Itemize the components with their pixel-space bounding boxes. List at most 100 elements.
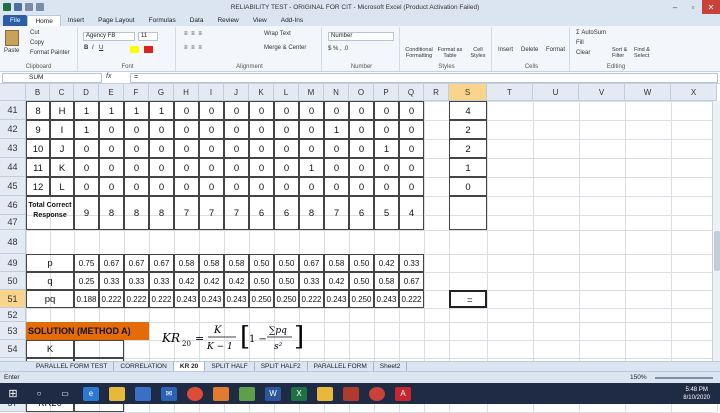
student-name[interactable]: H (50, 101, 74, 120)
paste-icon[interactable] (5, 30, 19, 46)
item-score[interactable]: 1 (374, 139, 399, 158)
item-score[interactable]: 0 (124, 158, 149, 177)
column-header-f[interactable]: F (124, 84, 149, 101)
item-score[interactable]: 0 (399, 139, 424, 158)
store-icon[interactable] (135, 386, 151, 401)
item-total[interactable]: 8 (99, 196, 124, 230)
pq-value[interactable]: 0.243 (374, 290, 399, 308)
row-header-53[interactable]: 53 (0, 322, 26, 340)
pq-value[interactable]: 0.222 (124, 290, 149, 308)
row-header-54[interactable]: 54 (0, 340, 26, 358)
item-total[interactable]: 6 (349, 196, 374, 230)
tab-insert[interactable]: Insert (61, 15, 91, 26)
item-score[interactable]: 0 (74, 177, 99, 196)
column-header-h[interactable]: H (174, 84, 199, 101)
column-header-u[interactable]: U (533, 84, 579, 101)
item-score[interactable]: 0 (374, 158, 399, 177)
formula-input[interactable]: = (130, 73, 718, 83)
item-score[interactable]: 0 (199, 101, 224, 120)
maximize-icon[interactable]: ▫ (684, 0, 702, 14)
item-score[interactable]: 0 (299, 177, 324, 196)
item-score[interactable]: 0 (399, 177, 424, 196)
pq-value[interactable]: 0.250 (349, 290, 374, 308)
item-score[interactable]: 0 (324, 158, 349, 177)
fill-button[interactable]: Fill (576, 40, 584, 46)
fill-color-icon[interactable] (130, 46, 139, 53)
student-total[interactable]: 0 (449, 177, 487, 196)
k-label[interactable]: K (26, 340, 74, 358)
row-header-49[interactable]: 49 (0, 254, 26, 272)
item-score[interactable]: 1 (149, 101, 174, 120)
p-value[interactable]: 0.50 (349, 254, 374, 272)
item-score[interactable]: 0 (99, 177, 124, 196)
row-header-44[interactable]: 44 (0, 158, 26, 177)
item-score[interactable]: 0 (99, 158, 124, 177)
p-value[interactable]: 0.67 (149, 254, 174, 272)
student-name[interactable]: K (50, 158, 74, 177)
row-header-48[interactable]: 48 (0, 230, 26, 254)
student-total[interactable]: 1 (449, 158, 487, 177)
tab-file[interactable]: File (3, 15, 28, 26)
item-total[interactable]: 8 (149, 196, 174, 230)
q-value[interactable]: 0.42 (224, 272, 249, 290)
chrome-icon[interactable] (187, 386, 203, 401)
item-score[interactable]: 0 (249, 139, 274, 158)
item-score[interactable]: 0 (249, 120, 274, 139)
item-score[interactable]: 1 (324, 120, 349, 139)
currency-icon[interactable]: $ % , .0 (328, 46, 348, 52)
item-score[interactable]: 1 (99, 101, 124, 120)
item-score[interactable]: 1 (124, 101, 149, 120)
app-icon-4[interactable] (343, 386, 359, 401)
total-correct-label[interactable]: Total Correct Response (26, 196, 74, 230)
font-name-combo[interactable]: Agency FB (83, 32, 135, 41)
q-label[interactable]: q (26, 272, 74, 290)
item-score[interactable]: 0 (224, 177, 249, 196)
cut-button[interactable]: Cut (30, 30, 39, 36)
item-score[interactable]: 0 (274, 177, 299, 196)
column-header-r[interactable]: R (424, 84, 449, 101)
pq-value[interactable]: 0.243 (174, 290, 199, 308)
minimize-icon[interactable]: – (666, 0, 684, 14)
item-score[interactable]: 0 (249, 101, 274, 120)
p-label[interactable]: p (26, 254, 74, 272)
item-score[interactable]: 0 (274, 139, 299, 158)
q-value[interactable]: 0.67 (399, 272, 424, 290)
column-header-w[interactable]: W (625, 84, 671, 101)
item-score[interactable]: 1 (74, 101, 99, 120)
mail-icon[interactable]: ✉ (161, 386, 177, 401)
column-header-p[interactable]: P (374, 84, 399, 101)
q-value[interactable]: 0.42 (199, 272, 224, 290)
p-value[interactable]: 0.50 (249, 254, 274, 272)
p-value[interactable]: 0.33 (399, 254, 424, 272)
q-value[interactable]: 0.50 (274, 272, 299, 290)
p-value[interactable]: 0.42 (374, 254, 399, 272)
item-score[interactable]: 0 (299, 101, 324, 120)
row-header-42[interactable]: 42 (0, 120, 26, 139)
row-header-51[interactable]: 51 (0, 290, 26, 308)
copy-button[interactable]: Copy (30, 40, 44, 46)
q-value[interactable]: 0.33 (124, 272, 149, 290)
item-score[interactable]: 0 (149, 139, 174, 158)
column-header-e[interactable]: E (99, 84, 124, 101)
indent-icons[interactable]: ≡ ≡ ≡ (184, 45, 203, 51)
item-score[interactable]: 1 (299, 158, 324, 177)
save-icon[interactable] (14, 3, 22, 11)
item-total[interactable]: 7 (324, 196, 349, 230)
student-total[interactable]: 2 (449, 139, 487, 158)
q-value[interactable]: 0.42 (324, 272, 349, 290)
pq-value[interactable]: 0.243 (224, 290, 249, 308)
item-score[interactable]: 0 (199, 177, 224, 196)
tab-formulas[interactable]: Formulas (142, 15, 183, 26)
column-header-s[interactable]: S (449, 84, 487, 101)
item-score[interactable]: 0 (199, 158, 224, 177)
underline-button[interactable]: U (99, 45, 103, 51)
app-icon-5[interactable] (369, 386, 385, 401)
app-icon-3[interactable] (317, 386, 333, 401)
column-header-b[interactable]: B (26, 84, 50, 101)
item-score[interactable]: 0 (399, 158, 424, 177)
excel-icon[interactable] (3, 3, 11, 11)
item-score[interactable]: 0 (199, 139, 224, 158)
wrap-text-button[interactable]: Wrap Text (264, 31, 291, 37)
student-name[interactable]: J (50, 139, 74, 158)
pq-value[interactable]: 0.243 (324, 290, 349, 308)
